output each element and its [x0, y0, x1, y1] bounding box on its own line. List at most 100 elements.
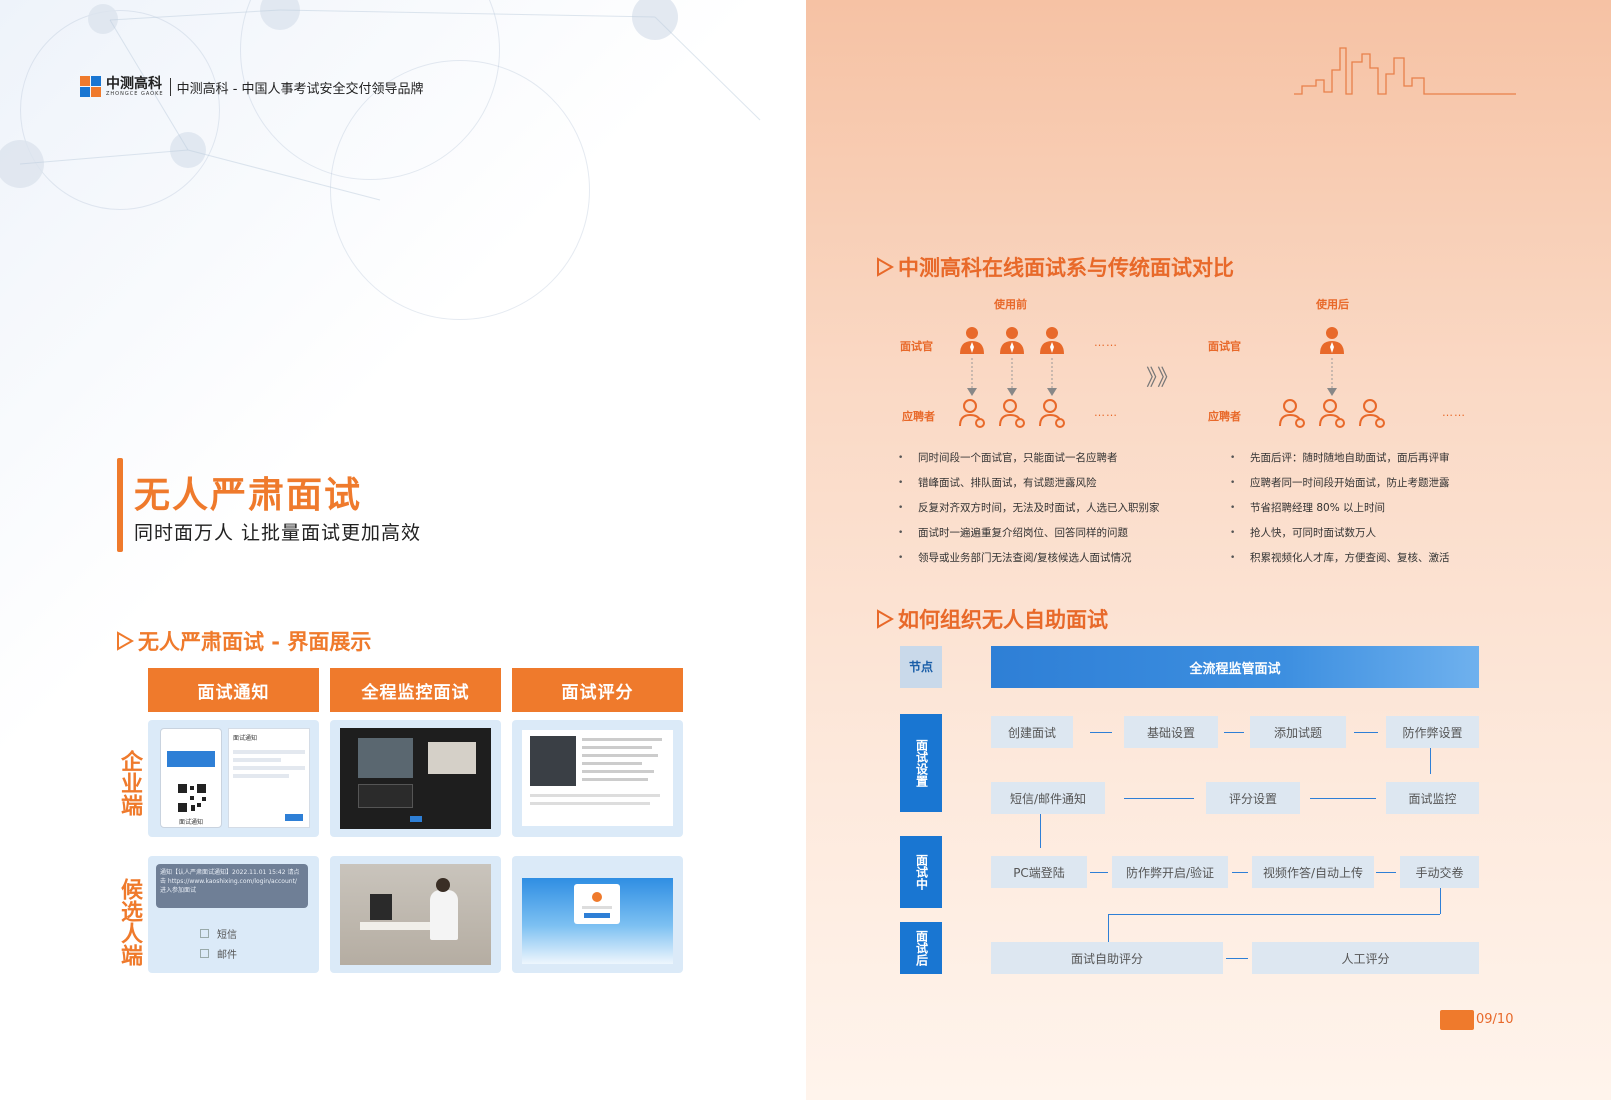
screenshot-enterprise-notice: 面试通知 面试通知 [148, 720, 319, 837]
list-item: 领导或业务部门无法查阅/复核候选人面试情况 [898, 546, 1160, 571]
brand-tagline: 中测高科 - 中国人事考试安全交付领导品牌 [176, 81, 424, 97]
person-figure [430, 890, 458, 940]
title-accent-bar [117, 458, 123, 552]
deco-network-lines [19, 9, 761, 201]
stage-label: 面试设置 [914, 739, 929, 787]
flow-connector [1226, 958, 1248, 959]
brand-divider [169, 78, 171, 96]
column-header-notice: 面试通知 [148, 668, 319, 712]
page-title: 无人严肃面试 [134, 475, 363, 516]
logo-text: 中测高科 ZHONGCE GAOKE [106, 77, 164, 97]
desk [360, 922, 430, 930]
flow-connector [1310, 798, 1376, 799]
qr-code-icon [177, 783, 207, 813]
logo-icon [80, 76, 102, 98]
option-label: 短信 [217, 930, 237, 941]
flow-connector [1090, 872, 1108, 873]
arrow-down-icon [1047, 358, 1057, 396]
list-item: 抢人快，可同时面试数万人 [1230, 521, 1450, 546]
list-item: 先面后评：随时随地自助面试，面后再评审 [1230, 446, 1450, 471]
stage-setup: 面试设置 [900, 714, 942, 812]
phase-label-before: 使用前 [994, 298, 1027, 311]
candidate-icon [999, 399, 1025, 428]
list-item: 面试时一遍遍重复介绍岗位、回答同样的问题 [898, 521, 1160, 546]
flow-step: 短信/邮件通知 [991, 782, 1105, 814]
flow-node-label: 节点 [900, 646, 942, 688]
candidate-icon [1359, 399, 1385, 428]
form-title: 面试通知 [233, 735, 258, 742]
interviewer-label-after: 面试官 [1208, 340, 1241, 353]
video-tile [428, 742, 476, 774]
login-card [574, 884, 620, 924]
video-tile [358, 784, 413, 808]
section-title-flow: 如何组织无人自助面试 [876, 604, 1108, 634]
flow-step: 创建面试 [991, 716, 1073, 748]
list-item: 节省招聘经理 80% 以上时间 [1230, 496, 1450, 521]
flow-connector [1440, 888, 1441, 914]
more-dots: …… [1094, 406, 1118, 419]
before-points-list: 同时间段一个面试官，只能面试一名应聘者 错峰面试、排队面试，有试题泄露风险 反复… [898, 446, 1160, 571]
section-title-interface: 无人严肃面试 - 界面展示 [116, 626, 371, 656]
row-label-candidate: 候选人端 [117, 878, 142, 966]
page-subtitle: 同时面万人 让批量面试更加高效 [134, 522, 422, 544]
avatar [592, 892, 602, 902]
phase-label-after: 使用后 [1316, 298, 1349, 311]
candidate-icon [1319, 399, 1345, 428]
interviewer-label-before: 面试官 [900, 340, 933, 353]
flow-step: 面试监控 [1386, 782, 1479, 814]
form-mock: 面试通知 [228, 728, 310, 828]
flow-connector [1090, 732, 1112, 733]
triangle-outline-icon [117, 631, 134, 651]
interviewer-icon [1320, 327, 1344, 354]
sms-bubble: 通知【认人严肃面试通知】2022.11.01 15:42 请点击 https:/… [156, 864, 308, 908]
monitor [370, 894, 392, 920]
candidate-icon [959, 399, 985, 428]
candidate-icon [1279, 399, 1305, 428]
list-item: 反复对齐双方时间，无法及时面试，人选已入职别家 [898, 496, 1160, 521]
flow-step: 面试自助评分 [991, 942, 1223, 974]
flow-step: 视频作答/自动上传 [1252, 856, 1374, 888]
screenshot-candidate-photo [330, 856, 501, 973]
stage-during: 面试中 [900, 836, 942, 908]
flow-connector [1224, 732, 1244, 733]
flow-step: 防作弊设置 [1386, 716, 1479, 748]
section-title-compare: 中测高科在线面试系与传统面试对比 [876, 252, 1234, 282]
sms-option[interactable]: 短信 [200, 926, 237, 941]
row-label-enterprise: 企业端 [117, 750, 142, 816]
triangle-outline-icon [877, 257, 894, 277]
candidate-label-after: 应聘者 [1208, 410, 1241, 423]
screenshot-enterprise-monitor [330, 720, 501, 837]
more-dots: …… [1094, 336, 1118, 349]
flow-connector [1430, 748, 1431, 774]
section-title-text: 无人严肃面试 - 界面展示 [138, 630, 372, 654]
double-chevron-right-icon: 》》 [1146, 366, 1180, 391]
brand: 中测高科 ZHONGCE GAOKE 中测高科 - 中国人事考试安全交付领导品牌 [80, 76, 424, 98]
flow-connector [1108, 914, 1109, 942]
interviewer-icon [1000, 327, 1024, 354]
person-head [436, 878, 450, 892]
flow-step: 人工评分 [1252, 942, 1479, 974]
stage-after: 面试后 [900, 922, 942, 974]
screenshot-enterprise-scoring [512, 720, 683, 837]
more-dots: …… [1442, 406, 1466, 419]
flow-step: 基础设置 [1124, 716, 1218, 748]
flow-step: 防作弊开启/验证 [1112, 856, 1228, 888]
phone-mock: 面试通知 [160, 728, 222, 828]
page-number: 09/10 [1476, 1012, 1514, 1027]
column-header-monitor: 全程监控面试 [330, 668, 501, 712]
list-item: 积累视频化人才库，方便查阅、复核、激活 [1230, 546, 1450, 571]
arrow-down-icon [967, 358, 977, 396]
video-tile [358, 738, 413, 778]
flow-connector [1124, 798, 1194, 799]
stage-label: 面试后 [914, 930, 929, 966]
email-option[interactable]: 邮件 [200, 946, 237, 961]
interviewer-icon [1040, 327, 1064, 354]
screenshot-candidate-login [512, 856, 683, 973]
list-item: 应聘者同一时间段开始面试，防止考题泄露 [1230, 471, 1450, 496]
video-tile [530, 736, 576, 786]
flow-step: PC端登陆 [991, 856, 1087, 888]
flow-connector [1376, 872, 1396, 873]
screenshot-candidate-sms: 通知【认人严肃面试通知】2022.11.01 15:42 请点击 https:/… [148, 856, 319, 973]
section-title-text: 中测高科在线面试系与传统面试对比 [898, 256, 1234, 280]
stage-label: 面试中 [914, 854, 929, 890]
